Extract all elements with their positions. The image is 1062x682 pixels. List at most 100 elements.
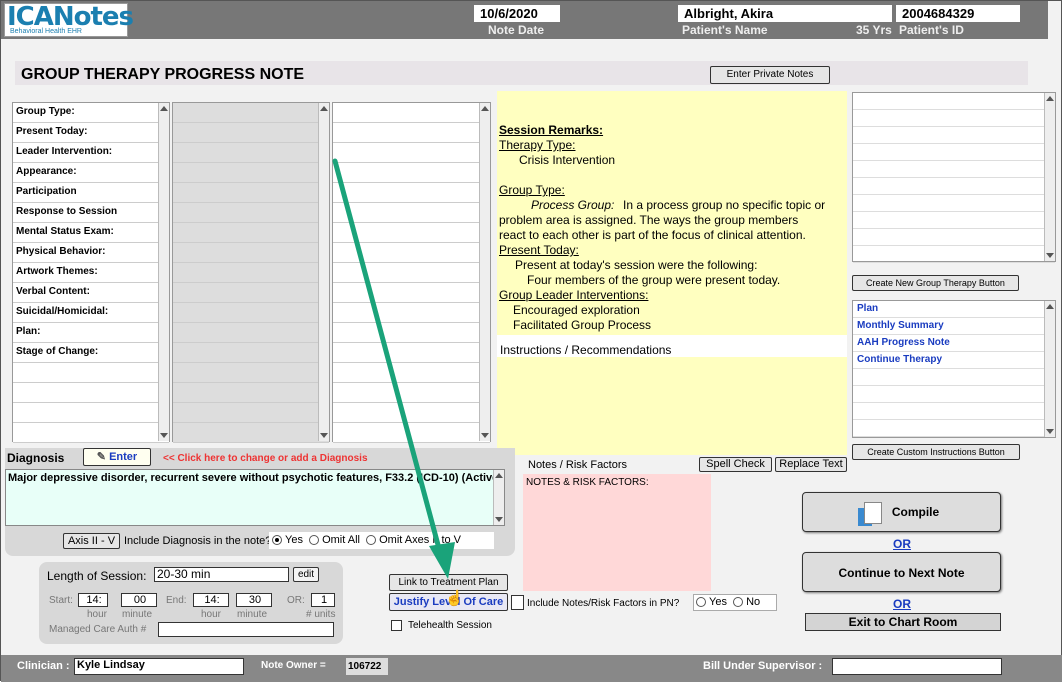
category-item[interactable]: Leader Intervention: (13, 143, 169, 163)
instruction-item[interactable] (853, 403, 1055, 420)
selection-row[interactable] (333, 103, 490, 123)
patient-id-field[interactable]: 2004684329 (896, 5, 1020, 22)
group-therapy-row[interactable] (853, 161, 1055, 178)
option-row[interactable] (173, 383, 329, 403)
selection-row[interactable] (333, 243, 490, 263)
selection-row[interactable] (333, 323, 490, 343)
category-item[interactable]: Stage of Change: (13, 343, 169, 363)
category-item[interactable] (13, 363, 169, 383)
category-item[interactable]: Group Type: (13, 103, 169, 123)
scrollbar[interactable] (318, 103, 329, 441)
radio-omit-all[interactable]: Omit All (309, 534, 360, 546)
option-row[interactable] (173, 223, 329, 243)
units-input[interactable]: 1 (311, 593, 335, 607)
create-custom-instructions-button[interactable]: Create Custom Instructions Button (852, 444, 1020, 460)
enter-private-notes-button[interactable]: Enter Private Notes (710, 66, 830, 84)
scrollbar[interactable] (1044, 93, 1055, 261)
selection-row[interactable] (333, 303, 490, 323)
group-therapy-row[interactable] (853, 144, 1055, 161)
or-link-2[interactable]: OR (893, 597, 911, 611)
instruction-item[interactable] (853, 386, 1055, 403)
category-item[interactable]: Appearance: (13, 163, 169, 183)
notes-risk-textarea[interactable]: NOTES & RISK FACTORS: (523, 474, 711, 591)
radio-notes-no[interactable]: No (733, 596, 760, 608)
category-list[interactable]: Group Type: Present Today: Leader Interven… (12, 102, 170, 443)
option-row[interactable] (173, 403, 329, 423)
end-minute-input[interactable]: 30 (236, 593, 272, 607)
selection-row[interactable] (333, 403, 490, 423)
instruction-item[interactable]: Plan (853, 301, 1055, 318)
note-date-field[interactable]: 10/6/2020 (474, 5, 560, 22)
scrollbar[interactable] (1044, 301, 1055, 437)
group-therapy-row[interactable] (853, 93, 1055, 110)
start-hour-input[interactable]: 14: (78, 593, 108, 607)
selection-row[interactable] (333, 203, 490, 223)
selection-row[interactable] (333, 143, 490, 163)
selection-row[interactable] (333, 383, 490, 403)
exit-to-chart-room-button[interactable]: Exit to Chart Room (805, 613, 1001, 631)
category-item[interactable]: Suicidal/Homicidal: (13, 303, 169, 323)
radio-yes[interactable]: Yes (272, 534, 303, 546)
session-remarks-panel[interactable]: Session Remarks: Therapy Type: Crisis In… (497, 91, 847, 455)
category-item[interactable]: Verbal Content: (13, 283, 169, 303)
selection-row[interactable] (333, 343, 490, 363)
group-therapy-row[interactable] (853, 127, 1055, 144)
axis-button[interactable]: Axis II - V (63, 533, 120, 549)
group-therapy-row[interactable] (853, 246, 1055, 263)
selection-row[interactable] (333, 283, 490, 303)
category-item[interactable]: Mental Status Exam: (13, 223, 169, 243)
category-item[interactable] (13, 403, 169, 423)
option-row[interactable] (173, 163, 329, 183)
selection-row[interactable] (333, 123, 490, 143)
group-therapy-row[interactable] (853, 195, 1055, 212)
length-of-session-input[interactable]: 20-30 min (154, 567, 289, 582)
instructions-list[interactable]: Plan Monthly Summary AAH Progress Note Cont… (852, 300, 1056, 438)
option-row[interactable] (173, 203, 329, 223)
start-minute-input[interactable]: 00 (121, 593, 157, 607)
instruction-item[interactable]: Continue Therapy (853, 352, 1055, 369)
category-item[interactable]: Participation (13, 183, 169, 203)
session-edit-button[interactable]: edit (293, 567, 319, 582)
option-row[interactable] (173, 103, 329, 123)
selection-row[interactable] (333, 423, 490, 443)
group-therapy-row[interactable] (853, 229, 1055, 246)
patient-name-field[interactable]: Albright, Akira (678, 5, 892, 22)
option-row[interactable] (173, 183, 329, 203)
category-options-list[interactable] (172, 102, 330, 443)
selection-row[interactable] (333, 163, 490, 183)
option-row[interactable] (173, 243, 329, 263)
include-notes-checkbox[interactable] (511, 595, 524, 610)
diagnosis-text[interactable]: Major depressive disorder, recurrent sev… (5, 469, 505, 526)
managed-care-auth-input[interactable] (158, 622, 334, 637)
selection-row[interactable] (333, 363, 490, 383)
clinician-field[interactable]: Kyle Lindsay (74, 658, 244, 675)
option-row[interactable] (173, 123, 329, 143)
category-selections-list[interactable] (332, 102, 491, 443)
instruction-item[interactable]: Monthly Summary (853, 318, 1055, 335)
category-item[interactable] (13, 383, 169, 403)
category-item[interactable]: Response to Session (13, 203, 169, 223)
option-row[interactable] (173, 283, 329, 303)
option-row[interactable] (173, 423, 329, 443)
instruction-item[interactable]: AAH Progress Note (853, 335, 1055, 352)
category-item[interactable]: Plan: (13, 323, 169, 343)
radio-notes-yes[interactable]: Yes (696, 596, 727, 608)
category-item[interactable]: Present Today: (13, 123, 169, 143)
category-item[interactable] (13, 423, 169, 443)
scrollbar[interactable] (158, 103, 169, 441)
selection-row[interactable] (333, 223, 490, 243)
group-therapy-row[interactable] (853, 110, 1055, 127)
end-hour-input[interactable]: 14: (193, 593, 229, 607)
telehealth-checkbox[interactable] (391, 620, 402, 631)
diagnosis-enter-button[interactable]: ✎ Enter (83, 448, 151, 466)
group-therapy-list[interactable] (852, 92, 1056, 263)
group-therapy-row[interactable] (853, 212, 1055, 229)
instruction-item[interactable] (853, 369, 1055, 386)
selection-row[interactable] (333, 183, 490, 203)
category-item[interactable]: Artwork Themes: (13, 263, 169, 283)
option-row[interactable] (173, 363, 329, 383)
category-item[interactable]: Physical Behavior: (13, 243, 169, 263)
replace-text-button[interactable]: Replace Text (775, 457, 847, 472)
option-row[interactable] (173, 263, 329, 283)
instruction-item[interactable] (853, 420, 1055, 437)
